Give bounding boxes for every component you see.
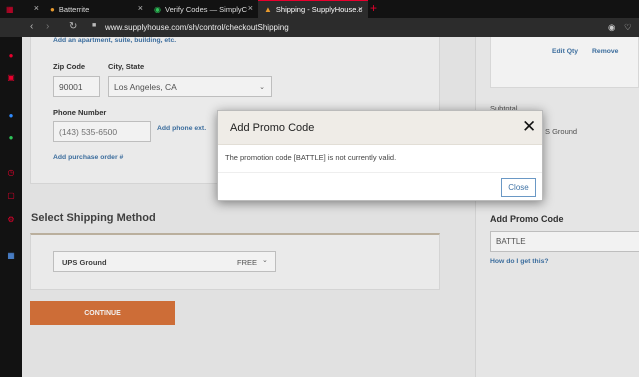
heart-icon[interactable]: ♡ xyxy=(624,22,632,33)
new-tab-button[interactable]: + xyxy=(370,1,377,15)
modal-message: The promotion code [BATTLE] is not curre… xyxy=(225,153,397,162)
modal-overlay xyxy=(22,37,639,377)
url-field[interactable]: www.supplyhouse.com/sh/control/checkoutS… xyxy=(105,23,289,32)
whatsapp-icon[interactable]: ● xyxy=(4,130,18,144)
messenger-icon[interactable]: ● xyxy=(4,108,18,122)
gamepad-icon: ▦ xyxy=(6,4,14,14)
close-icon[interactable]: ✕ xyxy=(522,118,536,135)
supplyhouse-icon: ▲ xyxy=(264,5,272,14)
modal-title: Add Promo Code xyxy=(230,122,315,134)
settings-icon[interactable]: ⚙ xyxy=(4,212,18,226)
divider xyxy=(218,172,542,173)
tab-label: Shipping - SupplyHouse.co xyxy=(275,5,362,14)
close-button[interactable]: Close xyxy=(501,178,536,197)
back-icon[interactable]: ‹ xyxy=(30,21,33,32)
tab-batterrite[interactable]: ● Batterrite × xyxy=(44,0,148,18)
translate-icon[interactable]: ▦ xyxy=(4,248,18,262)
browser-sidebar xyxy=(0,37,22,377)
tab-gamepad[interactable]: ▦ × xyxy=(0,0,44,18)
tab-label: Batterrite xyxy=(58,4,90,14)
battery-icon: ● xyxy=(50,4,55,14)
forward-icon[interactable]: › xyxy=(46,21,49,32)
history-icon[interactable]: ◷ xyxy=(4,165,18,179)
verified-icon: ◉ xyxy=(154,4,161,14)
twitch-icon[interactable]: ▣ xyxy=(4,70,18,84)
reload-icon[interactable]: ↻ xyxy=(69,21,77,32)
close-icon[interactable]: × xyxy=(248,3,253,13)
tab-label: Verify Codes — SimplyCod xyxy=(164,4,247,14)
close-icon[interactable]: × xyxy=(34,3,39,13)
promo-modal: Add Promo Code ✕ The promotion code [BAT… xyxy=(217,110,543,201)
close-icon[interactable]: × xyxy=(358,4,363,14)
box-icon[interactable]: ▢ xyxy=(4,188,18,202)
tab-shipping[interactable]: ▲ Shipping - SupplyHouse.co × xyxy=(258,0,368,18)
camera-icon[interactable]: ◉ xyxy=(608,22,615,33)
lock-icon: ■ xyxy=(92,22,97,29)
speed-dial-icon[interactable]: ● xyxy=(4,48,18,62)
tab-verify-codes[interactable]: ◉ Verify Codes — SimplyCod × xyxy=(148,0,258,18)
close-icon[interactable]: × xyxy=(138,3,143,13)
